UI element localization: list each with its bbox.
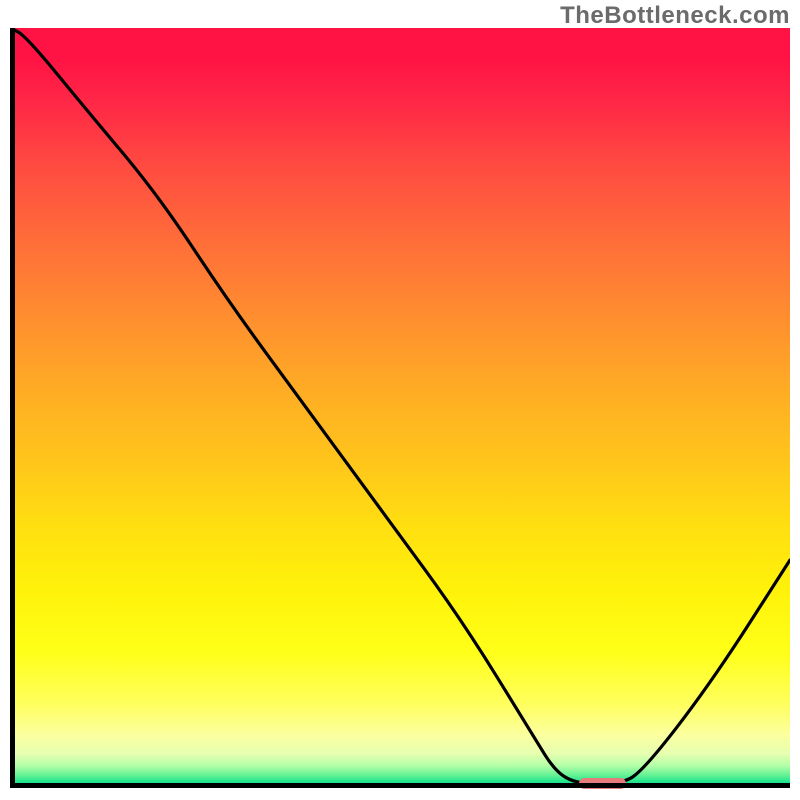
plot-area (10, 28, 790, 788)
bottleneck-chart: TheBottleneck.com (0, 0, 800, 800)
bottleneck-curve (10, 28, 790, 788)
optimal-marker (579, 778, 626, 789)
watermark-text: TheBottleneck.com (560, 2, 790, 30)
